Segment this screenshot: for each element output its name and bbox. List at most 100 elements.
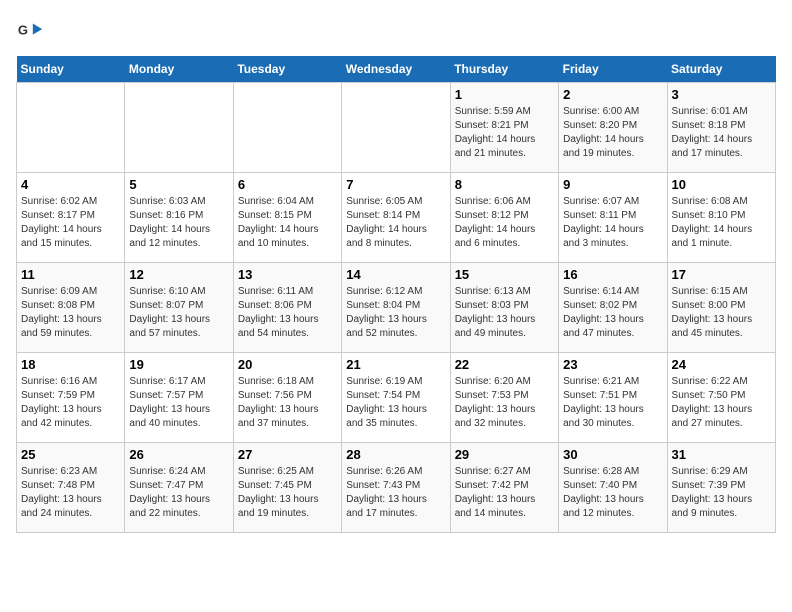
calendar-cell: 28 Sunrise: 6:26 AM Sunset: 7:43 PM Dayli…: [342, 443, 450, 533]
day-of-week-header: Friday: [559, 56, 667, 83]
calendar-cell: 20 Sunrise: 6:18 AM Sunset: 7:56 PM Dayli…: [233, 353, 341, 443]
day-info: Sunrise: 6:19 AM Sunset: 7:54 PM Dayligh…: [346, 375, 445, 431]
day-number: 28: [346, 447, 445, 462]
calendar-table: SundayMondayTuesdayWednesdayThursdayFrid…: [16, 56, 776, 533]
day-info: Sunrise: 6:04 AM Sunset: 8:15 PM Dayligh…: [238, 195, 337, 251]
calendar-header: SundayMondayTuesdayWednesdayThursdayFrid…: [17, 56, 776, 83]
calendar-cell: 16 Sunrise: 6:14 AM Sunset: 8:02 PM Dayli…: [559, 263, 667, 353]
day-info: Sunrise: 6:27 AM Sunset: 7:42 PM Dayligh…: [455, 465, 554, 521]
calendar-cell: 15Sunrise: 6:13 AM Sunset: 8:03 PM Dayli…: [450, 263, 558, 353]
calendar-cell: 1 Sunrise: 5:59 AM Sunset: 8:21 PM Daylig…: [450, 83, 558, 173]
day-number: 23: [563, 357, 662, 372]
day-info: Sunrise: 6:06 AM Sunset: 8:12 PM Dayligh…: [455, 195, 554, 251]
calendar-cell: 13 Sunrise: 6:11 AM Sunset: 8:06 PM Dayli…: [233, 263, 341, 353]
calendar-cell: 3 Sunrise: 6:01 AM Sunset: 8:18 PM Daylig…: [667, 83, 775, 173]
calendar-week-row: 4 Sunrise: 6:02 AM Sunset: 8:17 PM Daylig…: [17, 173, 776, 263]
day-info: Sunrise: 6:00 AM Sunset: 8:20 PM Dayligh…: [563, 105, 662, 161]
day-number: 16: [563, 267, 662, 282]
day-number: 27: [238, 447, 337, 462]
day-info: Sunrise: 6:12 AM Sunset: 8:04 PM Dayligh…: [346, 285, 445, 341]
day-number: 24: [672, 357, 771, 372]
day-number: 6: [238, 177, 337, 192]
calendar-cell: 10 Sunrise: 6:08 AM Sunset: 8:10 PM Dayli…: [667, 173, 775, 263]
day-number: 20: [238, 357, 337, 372]
day-info: Sunrise: 6:08 AM Sunset: 8:10 PM Dayligh…: [672, 195, 771, 251]
day-info: Sunrise: 6:15 AM Sunset: 8:00 PM Dayligh…: [672, 285, 771, 341]
calendar-cell: [125, 83, 233, 173]
calendar-cell: 2 Sunrise: 6:00 AM Sunset: 8:20 PM Daylig…: [559, 83, 667, 173]
day-info: Sunrise: 6:09 AM Sunset: 8:08 PM Dayligh…: [21, 285, 120, 341]
day-info: Sunrise: 6:26 AM Sunset: 7:43 PM Dayligh…: [346, 465, 445, 521]
calendar-cell: 8 Sunrise: 6:06 AM Sunset: 8:12 PM Daylig…: [450, 173, 558, 263]
day-info: Sunrise: 6:24 AM Sunset: 7:47 PM Dayligh…: [129, 465, 228, 521]
day-number: 4: [21, 177, 120, 192]
day-of-week-header: Sunday: [17, 56, 125, 83]
day-number: 13: [238, 267, 337, 282]
calendar-cell: 14 Sunrise: 6:12 AM Sunset: 8:04 PM Dayli…: [342, 263, 450, 353]
day-info: Sunrise: 6:25 AM Sunset: 7:45 PM Dayligh…: [238, 465, 337, 521]
day-info: Sunrise: 6:10 AM Sunset: 8:07 PM Dayligh…: [129, 285, 228, 341]
calendar-cell: 6 Sunrise: 6:04 AM Sunset: 8:15 PM Daylig…: [233, 173, 341, 263]
day-info: Sunrise: 6:28 AM Sunset: 7:40 PM Dayligh…: [563, 465, 662, 521]
svg-text:G: G: [18, 23, 28, 38]
day-number: 12: [129, 267, 228, 282]
calendar-cell: 26 Sunrise: 6:24 AM Sunset: 7:47 PM Dayli…: [125, 443, 233, 533]
day-number: 26: [129, 447, 228, 462]
calendar-week-row: 11 Sunrise: 6:09 AM Sunset: 8:08 PM Dayli…: [17, 263, 776, 353]
calendar-cell: 11 Sunrise: 6:09 AM Sunset: 8:08 PM Dayli…: [17, 263, 125, 353]
day-info: Sunrise: 6:14 AM Sunset: 8:02 PM Dayligh…: [563, 285, 662, 341]
calendar-cell: 18 Sunrise: 6:16 AM Sunset: 7:59 PM Dayli…: [17, 353, 125, 443]
day-info: Sunrise: 5:59 AM Sunset: 8:21 PM Dayligh…: [455, 105, 554, 161]
day-info: Sunrise: 6:16 AM Sunset: 7:59 PM Dayligh…: [21, 375, 120, 431]
logo-icon: G: [16, 16, 44, 44]
day-info: Sunrise: 6:23 AM Sunset: 7:48 PM Dayligh…: [21, 465, 120, 521]
day-info: Sunrise: 6:13 AM Sunset: 8:03 PM Dayligh…: [455, 285, 554, 341]
day-number: 1: [455, 87, 554, 102]
day-number: 17: [672, 267, 771, 282]
page-header: G: [16, 16, 776, 44]
calendar-cell: [342, 83, 450, 173]
day-info: Sunrise: 6:11 AM Sunset: 8:06 PM Dayligh…: [238, 285, 337, 341]
day-of-week-header: Saturday: [667, 56, 775, 83]
calendar-cell: 22 Sunrise: 6:20 AM Sunset: 7:53 PM Dayli…: [450, 353, 558, 443]
calendar-cell: 9Sunrise: 6:07 AM Sunset: 8:11 PM Daylig…: [559, 173, 667, 263]
day-info: Sunrise: 6:03 AM Sunset: 8:16 PM Dayligh…: [129, 195, 228, 251]
calendar-cell: 12 Sunrise: 6:10 AM Sunset: 8:07 PM Dayli…: [125, 263, 233, 353]
day-info: Sunrise: 6:17 AM Sunset: 7:57 PM Dayligh…: [129, 375, 228, 431]
day-number: 10: [672, 177, 771, 192]
day-of-week-header: Monday: [125, 56, 233, 83]
day-number: 8: [455, 177, 554, 192]
day-number: 31: [672, 447, 771, 462]
day-info: Sunrise: 6:05 AM Sunset: 8:14 PM Dayligh…: [346, 195, 445, 251]
day-number: 18: [21, 357, 120, 372]
calendar-week-row: 18 Sunrise: 6:16 AM Sunset: 7:59 PM Dayli…: [17, 353, 776, 443]
logo: G: [16, 16, 48, 44]
day-of-week-header: Tuesday: [233, 56, 341, 83]
day-number: 22: [455, 357, 554, 372]
calendar-cell: 27 Sunrise: 6:25 AM Sunset: 7:45 PM Dayli…: [233, 443, 341, 533]
calendar-cell: 19 Sunrise: 6:17 AM Sunset: 7:57 PM Dayli…: [125, 353, 233, 443]
day-number: 25: [21, 447, 120, 462]
day-info: Sunrise: 6:02 AM Sunset: 8:17 PM Dayligh…: [21, 195, 120, 251]
day-number: 14: [346, 267, 445, 282]
calendar-cell: 29 Sunrise: 6:27 AM Sunset: 7:42 PM Dayli…: [450, 443, 558, 533]
day-info: Sunrise: 6:20 AM Sunset: 7:53 PM Dayligh…: [455, 375, 554, 431]
day-number: 21: [346, 357, 445, 372]
day-number: 7: [346, 177, 445, 192]
day-number: 30: [563, 447, 662, 462]
day-number: 29: [455, 447, 554, 462]
calendar-week-row: 25 Sunrise: 6:23 AM Sunset: 7:48 PM Dayli…: [17, 443, 776, 533]
day-number: 2: [563, 87, 662, 102]
day-number: 19: [129, 357, 228, 372]
day-number: 11: [21, 267, 120, 282]
day-of-week-header: Thursday: [450, 56, 558, 83]
day-info: Sunrise: 6:18 AM Sunset: 7:56 PM Dayligh…: [238, 375, 337, 431]
day-info: Sunrise: 6:07 AM Sunset: 8:11 PM Dayligh…: [563, 195, 662, 251]
calendar-cell: 25 Sunrise: 6:23 AM Sunset: 7:48 PM Dayli…: [17, 443, 125, 533]
calendar-cell: 7 Sunrise: 6:05 AM Sunset: 8:14 PM Daylig…: [342, 173, 450, 263]
day-info: Sunrise: 6:01 AM Sunset: 8:18 PM Dayligh…: [672, 105, 771, 161]
day-info: Sunrise: 6:22 AM Sunset: 7:50 PM Dayligh…: [672, 375, 771, 431]
day-info: Sunrise: 6:29 AM Sunset: 7:39 PM Dayligh…: [672, 465, 771, 521]
day-number: 3: [672, 87, 771, 102]
calendar-cell: 5Sunrise: 6:03 AM Sunset: 8:16 PM Daylig…: [125, 173, 233, 263]
